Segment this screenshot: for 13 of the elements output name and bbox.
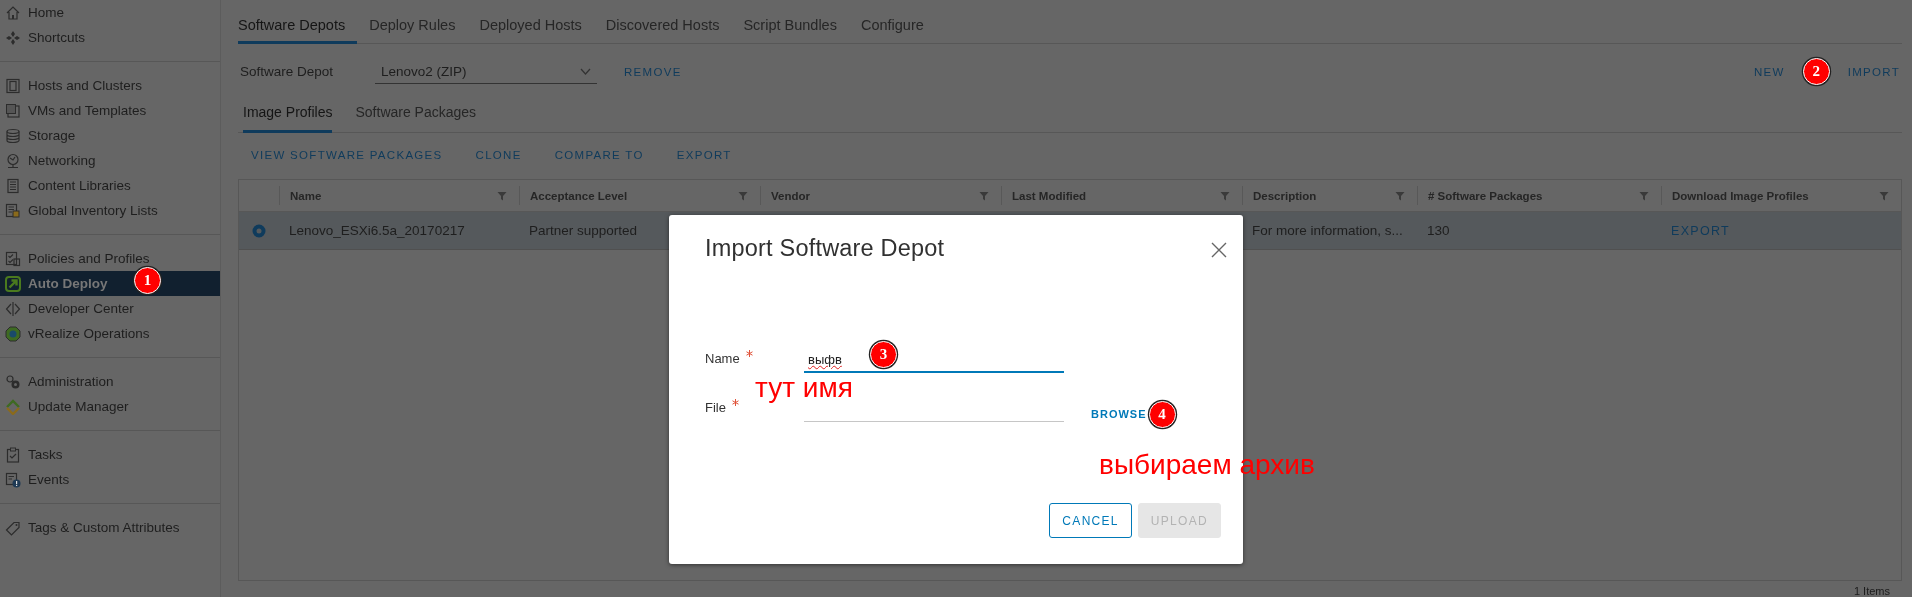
annotation-note: тут имя [755,374,853,402]
table-cell-text: 130 [1426,223,1451,238]
dialog-title: Import Software Depot [705,235,945,262]
field-label: File [705,400,726,415]
table-cell-text: For more information, s... [1251,223,1404,238]
field-label: Software Depot [240,64,335,79]
item-count: 1 Items [1853,585,1890,597]
step-badge: 1 [134,267,161,294]
table-cell-text: Lenovo_ESXi6.5a_20170217 [288,223,466,238]
table-cell-text: Partner supported [528,223,639,238]
field-label: Name [705,351,740,366]
step-badge: 4 [1148,401,1176,428]
step-badge: 2 [1802,58,1830,85]
